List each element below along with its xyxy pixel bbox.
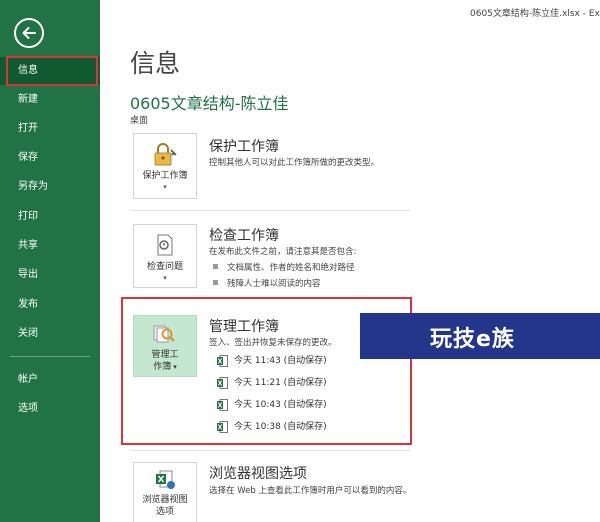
protect-workbook-tile-label: 保护工作簿 — [142, 171, 188, 181]
section-divider — [130, 450, 410, 451]
file-name: 0605文章结构-陈立佳 — [130, 94, 289, 113]
excel-web-icon — [156, 470, 175, 489]
inspect-workbook-tile-label: 检查问题 — [146, 262, 183, 272]
inspect-bullet: 文档属性、作者的姓名和绝对路径 — [213, 261, 355, 273]
back-arrow-icon — [22, 27, 36, 39]
browser-view-options-title: 浏览器视图选项 — [209, 466, 307, 482]
file-location: 桌面 — [130, 116, 149, 126]
watermark-text: 玩技e族 — [430, 327, 515, 352]
inspect-workbook-desc: 在发布此文件之前，请注意其是否包含: — [209, 247, 357, 257]
nav-separator — [10, 356, 90, 357]
nav-publish[interactable]: 发布 — [0, 291, 100, 319]
inspect-bullet: 残障人士难以阅读的内容 — [213, 277, 321, 289]
chevron-down-icon: ▾ — [163, 183, 167, 191]
nav-close[interactable]: 关闭 — [0, 320, 100, 348]
nav-save[interactable]: 保存 — [0, 144, 100, 172]
nav-highlight-box — [6, 56, 98, 86]
protect-workbook-desc: 控制其他人可以对此工作簿所做的更改类型。 — [209, 158, 380, 168]
nav-options[interactable]: 选项 — [0, 395, 100, 423]
page-title: 信息 — [130, 49, 181, 78]
browser-view-options-button[interactable]: 浏览器视图 选项 — [133, 462, 197, 522]
nav-export[interactable]: 导出 — [0, 261, 100, 289]
inspect-workbook-button[interactable]: 检查问题 ▾ — [133, 224, 197, 288]
nav-open[interactable]: 打开 — [0, 115, 100, 143]
inspect-document-icon — [157, 234, 173, 256]
nav-account[interactable]: 帐户 — [0, 366, 100, 394]
browser-view-options-desc: 选择在 Web 上查看此工作簿时用户可以看到的内容。 — [209, 486, 412, 496]
nav-share[interactable]: 共享 — [0, 232, 100, 260]
browser-view-tile-label: 浏览器视图 — [142, 495, 188, 505]
browser-view-tile-label: 选项 — [155, 507, 174, 517]
window-title: 0605文章结构-陈立佳.xlsx - Exc — [470, 9, 600, 19]
lock-key-icon — [154, 143, 177, 166]
protect-workbook-title: 保护工作簿 — [209, 139, 279, 155]
protect-workbook-button[interactable]: 保护工作簿 ▾ — [133, 133, 197, 199]
back-button[interactable] — [14, 18, 44, 48]
inspect-workbook-title: 检查工作簿 — [209, 228, 279, 244]
nav-print[interactable]: 打印 — [0, 203, 100, 231]
chevron-down-icon: ▾ — [163, 274, 167, 282]
section-divider — [130, 210, 410, 211]
nav-new[interactable]: 新建 — [0, 86, 100, 114]
nav-save-as[interactable]: 另存为 — [0, 173, 100, 201]
watermark-banner: 玩技e族 — [360, 313, 600, 359]
